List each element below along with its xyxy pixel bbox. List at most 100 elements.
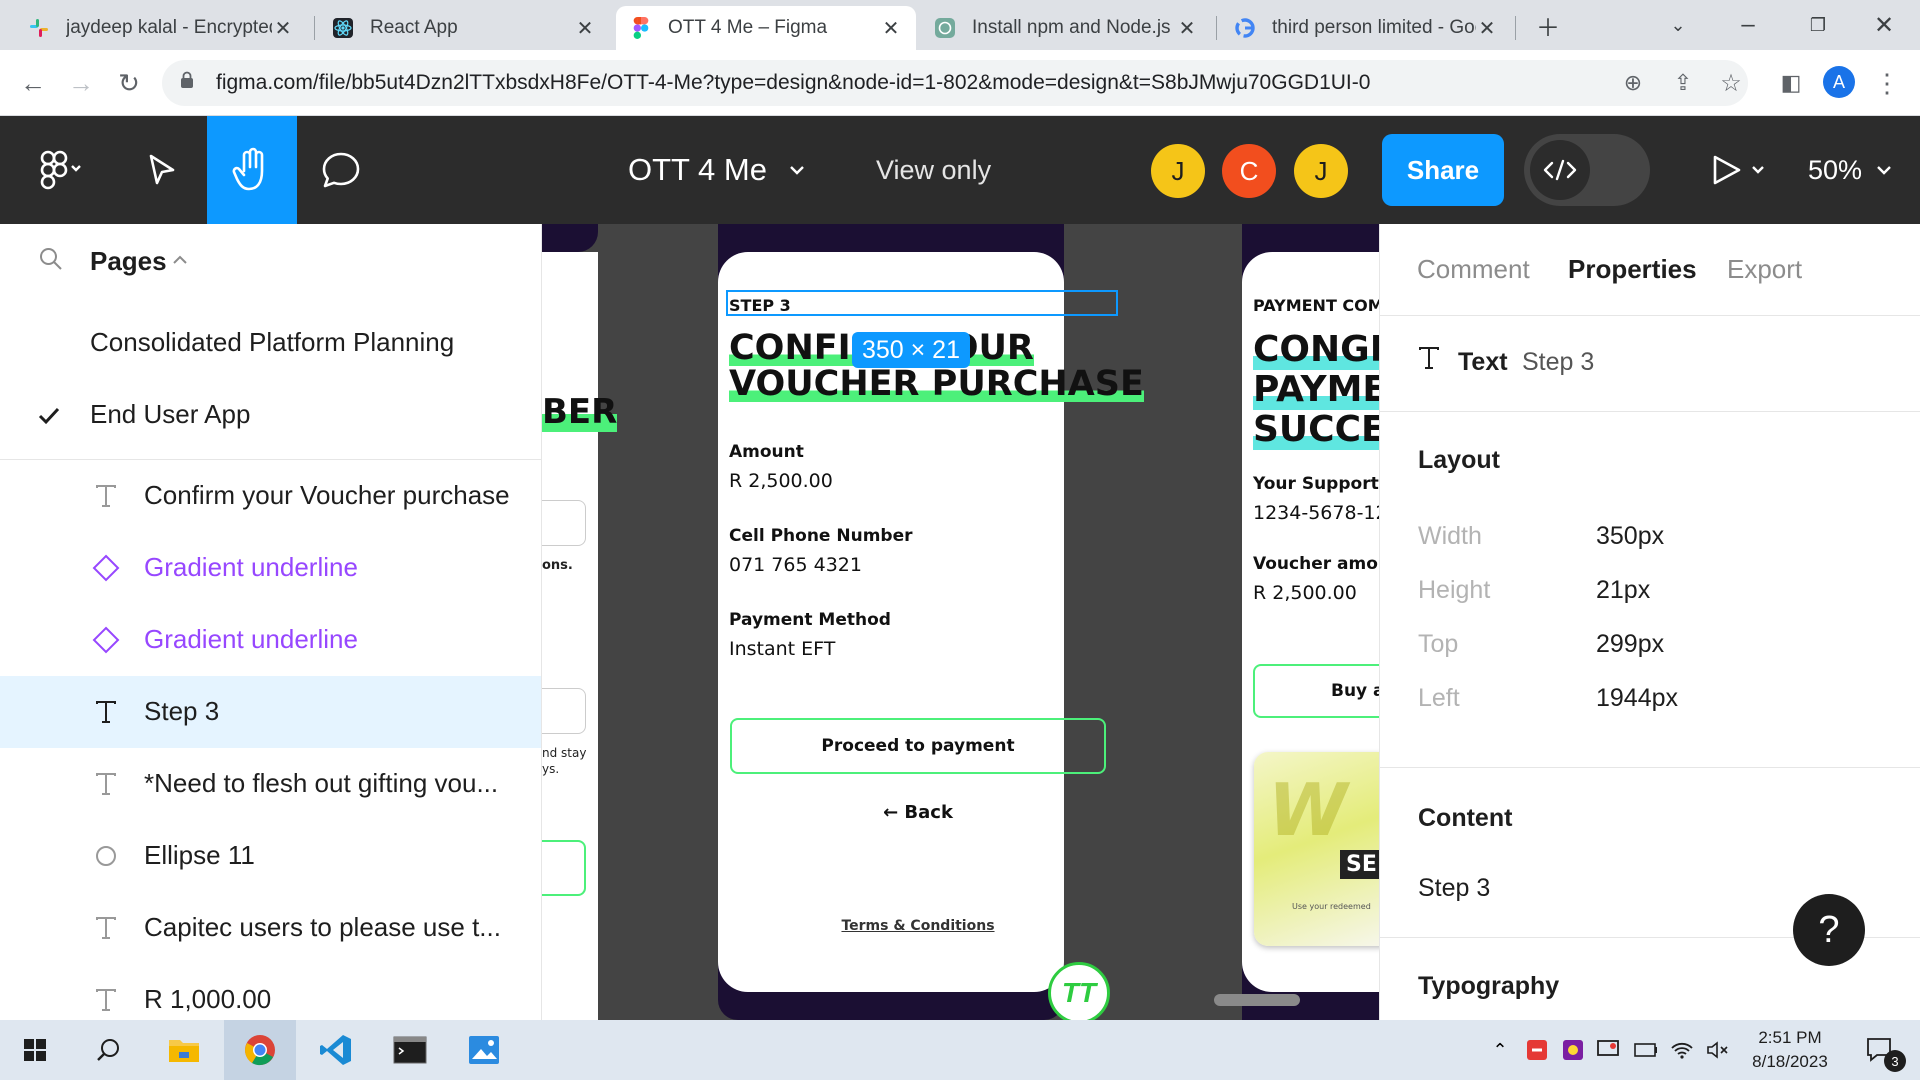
field-value: R 2,500.00 (729, 470, 833, 492)
close-tab-icon[interactable]: ✕ (272, 16, 294, 41)
card-caption: Use your redeemed (1292, 902, 1371, 911)
profile-avatar[interactable]: A (1823, 66, 1855, 98)
search-icon[interactable] (86, 1020, 132, 1080)
layer-row[interactable]: R 1,000.00 (0, 964, 541, 1020)
minimize-button[interactable]: – (1730, 8, 1766, 42)
chevron-down-icon (1877, 166, 1891, 175)
back-arrow-icon[interactable]: ← (16, 66, 50, 100)
speaker-muted-icon[interactable] (1704, 1020, 1732, 1080)
address-bar[interactable]: figma.com/file/bb5ut4Dzn2lTTxbsdxH8Fe/OT… (162, 60, 1748, 106)
page-item-consolidated-platform-planning[interactable]: Consolidated Platform Planning (0, 306, 541, 378)
present-play-icon[interactable] (1692, 116, 1786, 224)
page-name: End User App (90, 398, 251, 429)
help-button[interactable]: ? (1793, 894, 1865, 966)
content-value[interactable]: Step 3 (1418, 874, 1490, 903)
vscode-icon[interactable] (310, 1020, 362, 1080)
file-name-menu[interactable]: OTT 4 Me (628, 116, 805, 224)
zoom-menu[interactable]: 50% (1808, 116, 1892, 224)
close-tab-icon[interactable]: ✕ (880, 16, 902, 41)
left-screen-frame: BER ons. nd stay ys. (542, 252, 618, 1020)
comment-tool-icon[interactable] (304, 116, 378, 224)
chevron-up-icon[interactable]: ⌃ (1486, 1020, 1514, 1080)
height-label: Height (1418, 576, 1491, 604)
notification-center-icon[interactable]: 3 (1856, 1020, 1906, 1080)
proceed-to-payment-button: Proceed to payment (730, 718, 1106, 774)
wifi-icon[interactable] (1668, 1020, 1696, 1080)
kebab-menu-icon[interactable]: ⋮ (1870, 66, 1904, 100)
bookmark-star-icon[interactable]: ☆ (1714, 66, 1748, 100)
restore-button[interactable]: ❐ (1800, 8, 1836, 42)
chrome-taskbar-icon[interactable] (224, 1020, 296, 1080)
reload-icon[interactable]: ↻ (112, 66, 146, 100)
browser-tab-chatgpt[interactable]: Install npm and Node.js ✕ (920, 6, 1212, 50)
pages-header[interactable]: Pages (0, 224, 541, 292)
collaborator-avatar[interactable]: J (1151, 144, 1205, 198)
layer-name: R 1,000.00 (144, 984, 272, 1014)
input-field (542, 688, 586, 734)
tab-divider (1216, 16, 1217, 40)
back-link: ← Back (883, 802, 953, 823)
view-only-label: View only (876, 154, 992, 185)
layer-row[interactable]: Gradient underline (0, 604, 541, 676)
new-tab-button[interactable]: ＋ (1530, 8, 1566, 42)
tab-properties[interactable]: Properties (1568, 254, 1697, 285)
inspector-tabs: Comment Properties Export (1380, 224, 1920, 316)
close-tab-icon[interactable]: ✕ (1476, 16, 1498, 41)
text-layer-icon (92, 986, 120, 1014)
forward-arrow-icon[interactable]: → (64, 66, 98, 100)
layer-row-selected[interactable]: Step 3 (0, 676, 541, 748)
url-text: figma.com/file/bb5ut4Dzn2lTTxbsdxH8Fe/OT… (216, 71, 1371, 94)
left-label: Left (1418, 684, 1460, 712)
file-explorer-icon[interactable] (160, 1020, 208, 1080)
tray-app-icon[interactable] (1560, 1020, 1586, 1080)
tray-app-icon[interactable] (1524, 1020, 1550, 1080)
figma-main-menu-icon[interactable] (22, 116, 96, 224)
close-tab-icon[interactable]: ✕ (1176, 16, 1198, 41)
close-window-button[interactable]: ✕ (1866, 8, 1902, 42)
chevron-up-icon[interactable] (172, 252, 188, 270)
system-clock[interactable]: 2:51 PM 8/18/2023 (1740, 1026, 1840, 1074)
tab-export[interactable]: Export (1727, 254, 1802, 285)
pages-label: Pages (90, 246, 167, 276)
text-fragment: ys. (542, 762, 560, 776)
field-label: Voucher amou (1253, 554, 1379, 574)
battery-icon[interactable] (1632, 1020, 1660, 1080)
move-tool-icon[interactable] (126, 116, 198, 224)
collaborator-avatar[interactable]: C (1222, 144, 1276, 198)
share-page-icon[interactable]: ⇪ (1666, 66, 1700, 100)
design-canvas[interactable]: BER ons. nd stay ys. STEP 3 CONFIRM YOUR… (542, 224, 1379, 1020)
tab-search-chevron-icon[interactable]: ⌄ (1660, 8, 1696, 42)
browser-tab-google[interactable]: third person limited - Goo ✕ (1220, 6, 1512, 50)
share-button[interactable]: Share (1382, 134, 1504, 206)
terminal-icon[interactable] (384, 1020, 436, 1080)
browser-tab-slack[interactable]: jaydeep kalal - Encrypted ✕ (14, 6, 308, 50)
hand-tool-icon[interactable] (207, 116, 297, 224)
browser-tab-figma[interactable]: OTT 4 Me – Figma ✕ (616, 6, 916, 50)
photos-icon[interactable] (458, 1020, 510, 1080)
layer-row[interactable]: Ellipse 11 (0, 820, 541, 892)
tab-title: Install npm and Node.js (972, 17, 1171, 38)
layer-row[interactable]: Capitec users to please use t... (0, 892, 541, 964)
display-icon[interactable] (1594, 1020, 1622, 1080)
layer-name: Gradient underline (144, 624, 358, 654)
brand-logo-icon: TT (1048, 962, 1110, 1020)
browser-toolbar: ← → ↻ figma.com/file/bb5ut4Dzn2lTTxbsdxH… (0, 50, 1920, 116)
search-icon[interactable] (38, 246, 64, 277)
side-panel-icon[interactable]: ◧ (1774, 66, 1808, 100)
notification-count-badge: 3 (1884, 1050, 1906, 1072)
horizontal-scrollbar[interactable] (1214, 994, 1300, 1006)
text-fragment: nd stay (542, 746, 587, 760)
field-value: Instant EFT (729, 638, 836, 660)
collaborator-avatar[interactable]: J (1294, 144, 1348, 198)
tab-comment[interactable]: Comment (1417, 254, 1530, 285)
page-item-end-user-app[interactable]: End User App (0, 378, 541, 450)
zoom-icon[interactable]: ⊕ (1616, 66, 1650, 100)
layer-row[interactable]: Gradient underline (0, 532, 541, 604)
dev-mode-toggle[interactable] (1524, 134, 1650, 206)
browser-tab-react[interactable]: React App ✕ (318, 6, 610, 50)
layer-row[interactable]: Confirm your Voucher purchase (0, 460, 541, 532)
windows-start-icon[interactable] (12, 1020, 58, 1080)
layer-row[interactable]: *Need to flesh out gifting vou... (0, 748, 541, 820)
close-tab-icon[interactable]: ✕ (574, 16, 596, 41)
text-fragment: ons. (542, 558, 573, 573)
